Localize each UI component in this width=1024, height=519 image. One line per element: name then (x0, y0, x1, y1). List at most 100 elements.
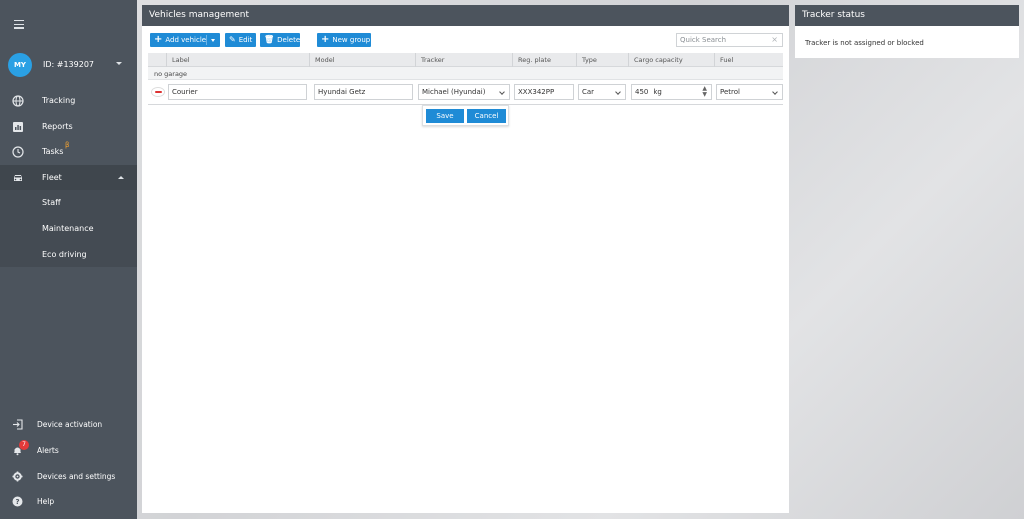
reports-icon (13, 122, 23, 132)
tracker-status-panel: Tracker status Tracker is not assigned o… (795, 5, 1019, 58)
new-group-label: New group (332, 36, 371, 44)
column-header-cargo-capacity[interactable]: Cargo capacity (634, 56, 683, 64)
reg-plate-input[interactable]: XXX342PP (514, 84, 574, 100)
chevron-down-icon (772, 89, 778, 95)
add-vehicle-button[interactable]: + Add vehicle (150, 33, 220, 47)
column-header-type[interactable]: Type (582, 56, 597, 64)
nav-label: Help (37, 497, 55, 506)
pencil-icon: ✎ (229, 35, 236, 44)
nav-label: Device activation (37, 420, 103, 429)
gear-icon (12, 471, 23, 482)
type-value: Car (582, 88, 595, 96)
trash-icon: 🗑 (264, 35, 275, 44)
table-header: Label Model Tracker Reg. plate Type Carg… (148, 53, 783, 67)
column-separator (628, 53, 629, 67)
column-separator (714, 53, 715, 67)
nav-label: Alerts (37, 446, 59, 455)
car-icon (14, 175, 22, 181)
type-select[interactable]: Car (578, 84, 626, 100)
avatar: MY (8, 53, 32, 77)
nav-item-help[interactable]: ? Help (0, 492, 137, 512)
table-row: Courier Hyundai Getz Michael (Hyundai) X… (148, 80, 783, 105)
chevron-up-icon (118, 176, 124, 179)
delete-label: Delete (277, 36, 301, 44)
cargo-capacity-value: 450 (635, 88, 649, 96)
cancel-button[interactable]: Cancel (467, 109, 506, 123)
chevron-down-icon (615, 89, 621, 95)
label-value: Courier (172, 88, 198, 96)
reg-plate-value: XXX342PP (518, 88, 555, 96)
chevron-down-icon (499, 89, 505, 95)
vehicles-table: Label Model Tracker Reg. plate Type Carg… (148, 53, 783, 105)
column-header-label[interactable]: Label (172, 56, 190, 64)
sidebar-item-staff[interactable]: Staff (42, 198, 61, 207)
fleet-submenu: Staff Maintenance Eco driving (0, 190, 137, 267)
nav-label: Fleet (42, 173, 62, 182)
vehicles-panel: Vehicles management + Add vehicle ✎ Edit 🗑… (142, 5, 789, 513)
nav-label: Reports (42, 122, 73, 131)
sidebar: MY ID: #139207 Tracking Reports Tasks β … (0, 0, 137, 519)
panel-title: Vehicles management (142, 5, 789, 26)
tracker-value: Michael (Hyundai) (422, 88, 486, 96)
spinner-icon[interactable]: ▲ ▼ (702, 86, 707, 98)
edit-label: Edit (238, 36, 253, 44)
column-header-reg-plate[interactable]: Reg. plate (518, 56, 551, 64)
column-separator (415, 53, 416, 67)
fuel-value: Petrol (720, 88, 740, 96)
nav-item-alerts[interactable]: 7 Alerts (0, 440, 137, 461)
plus-icon: + (154, 34, 163, 45)
globe-icon (12, 95, 24, 107)
column-header-model[interactable]: Model (315, 56, 335, 64)
nav-item-devices-settings[interactable]: Devices and settings (0, 467, 137, 487)
separator (206, 35, 207, 45)
cargo-unit: kg (653, 88, 662, 96)
nav-item-device-activation[interactable]: Device activation (0, 415, 137, 435)
tracker-select[interactable]: Michael (Hyundai) (418, 84, 510, 100)
fuel-select[interactable]: Petrol (716, 84, 783, 100)
menu-icon[interactable] (14, 20, 24, 31)
sidebar-item-maintenance[interactable]: Maintenance (42, 224, 94, 233)
column-separator (512, 53, 513, 67)
account-switcher[interactable]: MY ID: #139207 (0, 50, 137, 80)
row-actions: Save Cancel (422, 105, 509, 126)
beta-badge: β (65, 141, 70, 149)
model-value: Hyundai Getz (318, 88, 366, 96)
label-input[interactable]: Courier (168, 84, 307, 100)
clock-icon (12, 146, 24, 158)
nav-label: Devices and settings (37, 472, 116, 481)
alerts-count-badge: 7 (19, 440, 29, 450)
nav-label: Tasks (42, 147, 64, 156)
new-group-button[interactable]: + New group (317, 33, 371, 47)
account-id: ID: #139207 (43, 60, 94, 69)
sidebar-item-eco-driving[interactable]: Eco driving (42, 250, 87, 259)
chevron-down-icon (116, 62, 122, 65)
column-header-fuel[interactable]: Fuel (720, 56, 733, 64)
nav-label: Tracking (42, 96, 76, 105)
column-header-tracker[interactable]: Tracker (421, 56, 444, 64)
group-name: no garage (154, 70, 188, 78)
nav-item-tasks[interactable]: Tasks β (0, 139, 137, 165)
cargo-capacity-stepper[interactable]: 450 kg ▲ ▼ (631, 84, 712, 100)
plus-icon: + (321, 34, 330, 45)
column-separator (309, 53, 310, 67)
edit-button[interactable]: ✎ Edit (225, 33, 256, 47)
svg-text:?: ? (15, 498, 19, 506)
nav-item-tracking[interactable]: Tracking (0, 88, 137, 114)
nav-item-reports[interactable]: Reports (0, 114, 137, 140)
login-icon (13, 419, 23, 430)
search-placeholder: Quick Search (680, 36, 727, 44)
quick-search-input[interactable]: Quick Search × (676, 33, 783, 47)
tracker-status-title: Tracker status (795, 5, 1019, 26)
help-icon: ? (12, 496, 23, 507)
model-input[interactable]: Hyundai Getz (314, 84, 413, 100)
tracker-status-message: Tracker is not assigned or blocked (805, 39, 924, 47)
vehicle-icon[interactable] (151, 87, 165, 97)
delete-button[interactable]: 🗑 Delete (260, 33, 300, 47)
column-separator (166, 53, 167, 67)
clear-icon[interactable]: × (771, 35, 778, 44)
add-vehicle-label: Add vehicle (165, 36, 207, 44)
save-button[interactable]: Save (426, 109, 464, 123)
group-row[interactable]: no garage (148, 67, 783, 80)
chevron-down-icon[interactable] (211, 39, 215, 42)
nav-item-fleet[interactable]: Fleet (0, 165, 137, 191)
